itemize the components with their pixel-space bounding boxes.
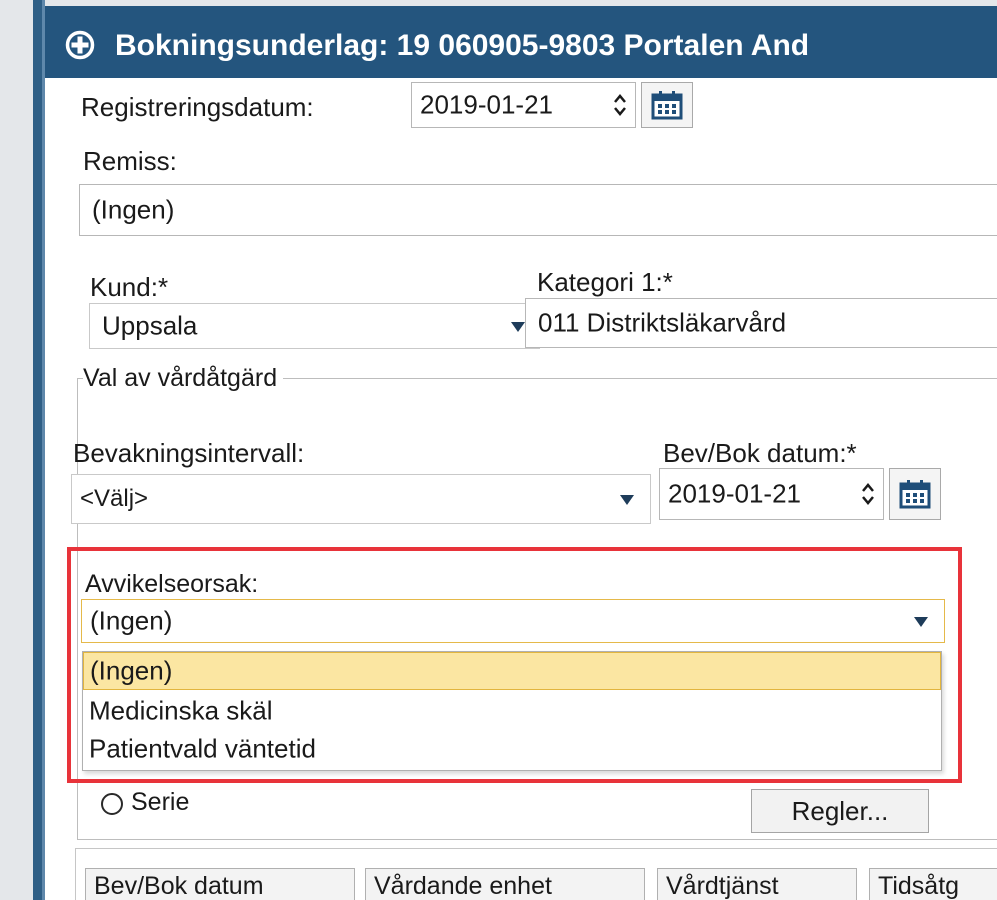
calendar-icon: [651, 91, 683, 120]
bevbok-calendar-button[interactable]: [889, 468, 941, 520]
bevbok-value: 2019-01-21: [668, 478, 801, 509]
spin-updown-icon[interactable]: [613, 92, 627, 118]
bevakningsintervall-label: Bevakningsintervall:: [73, 438, 305, 468]
remiss-input[interactable]: (Ingen): [79, 184, 997, 236]
chevron-down-icon: [511, 322, 525, 332]
annotation-highlight-box: [67, 547, 962, 783]
kund-select[interactable]: Uppsala: [89, 303, 540, 349]
dialog-titlebar[interactable]: Bokningsunderlag: 19 060905-9803 Portale…: [45, 6, 997, 78]
spin-updown-icon[interactable]: [861, 481, 875, 507]
column-header[interactable]: Tidsåtg: [869, 868, 997, 900]
kategori-input[interactable]: 011 Distriktsläkarvård: [525, 298, 997, 348]
serie-radio[interactable]: [101, 793, 123, 815]
add-circle-icon: [65, 30, 95, 60]
column-header[interactable]: Vårdande enhet: [365, 868, 645, 900]
column-header[interactable]: Vårdtjänst: [657, 868, 857, 900]
booking-dialog: Bokningsunderlag: 19 060905-9803 Portale…: [45, 0, 997, 900]
kategori-value: 011 Distriktsläkarvård: [538, 307, 787, 338]
kategori-label: Kategori 1:*: [537, 267, 673, 297]
bevbok-date-input[interactable]: 2019-01-21: [659, 468, 884, 520]
bevbok-datum-label: Bev/Bok datum:*: [663, 438, 857, 468]
registreringsdatum-date-input[interactable]: 2019-01-21: [411, 82, 636, 128]
bevakningsintervall-select[interactable]: <Välj>: [71, 474, 651, 524]
val-av-vardatgard-title: Val av vårdåtgärd: [83, 364, 284, 393]
registreringsdatum-value: 2019-01-21: [420, 89, 553, 120]
remiss-label: Remiss:: [83, 146, 177, 176]
registreringsdatum-label: Registreringsdatum:: [81, 92, 314, 122]
background-strip: [0, 0, 33, 900]
calendar-icon: [899, 480, 931, 509]
bevakningsintervall-value: <Välj>: [80, 485, 149, 512]
remiss-value: (Ingen): [92, 194, 175, 225]
kund-label: Kund:*: [90, 272, 169, 302]
chevron-down-icon: [620, 495, 634, 505]
column-header[interactable]: Bev/Bok datum: [85, 868, 355, 900]
window-border: [33, 0, 42, 900]
dialog-title: Bokningsunderlag: 19 060905-9803 Portale…: [115, 29, 810, 62]
kund-value: Uppsala: [102, 310, 198, 341]
serie-label: Serie: [131, 788, 190, 816]
registreringsdatum-calendar-button[interactable]: [641, 82, 693, 128]
regler-button[interactable]: Regler...: [751, 789, 929, 833]
